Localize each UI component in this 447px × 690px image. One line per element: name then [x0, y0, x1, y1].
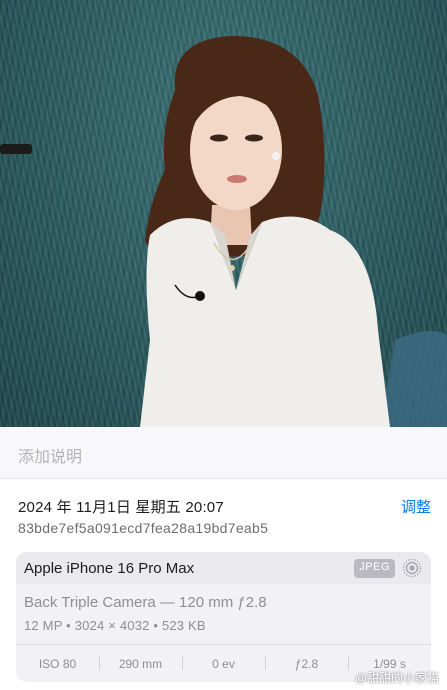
exposure-bias-value: 0 ev — [182, 645, 265, 682]
iso-value: ISO 80 — [38, 656, 77, 671]
device-name: Apple iPhone 16 Pro Max — [24, 560, 195, 577]
focal-length-value: 290 mm — [99, 645, 182, 682]
aperture-value: ƒ2.8 — [265, 645, 348, 682]
capture-datetime: 2024 年 11月1日 星期五 20:07 — [18, 499, 224, 516]
lens-info: Back Triple Camera — 120 mm ƒ2.8 — [24, 594, 267, 611]
exif-card: Apple iPhone 16 Pro Max JPEG Back Triple… — [16, 552, 431, 682]
caption-placeholder: 添加说明 — [18, 449, 83, 466]
caption-field[interactable]: 添加说明 — [0, 427, 447, 479]
adjust-button[interactable]: 调整 — [401, 496, 431, 517]
watermark: @甜甜的小家猫 — [354, 671, 439, 685]
photo-info-panel: 2024 年 11月1日 星期五 20:07 调整 83bde7ef5a091e… — [0, 479, 447, 690]
photo-viewer[interactable] — [0, 0, 447, 427]
exif-card-header: Apple iPhone 16 Pro Max JPEG — [16, 552, 431, 584]
file-hash: 83bde7ef5a091ecd7fea28a19bd7eab5 — [18, 520, 269, 536]
format-badge: JPEG — [354, 559, 395, 578]
live-photo-icon[interactable] — [402, 558, 422, 578]
image-specs: 12 MP • 3024 × 4032 • 523 KB — [24, 618, 206, 633]
date-row: 2024 年 11月1日 星期五 20:07 调整 — [18, 496, 431, 516]
portrait-photo — [0, 35, 447, 427]
